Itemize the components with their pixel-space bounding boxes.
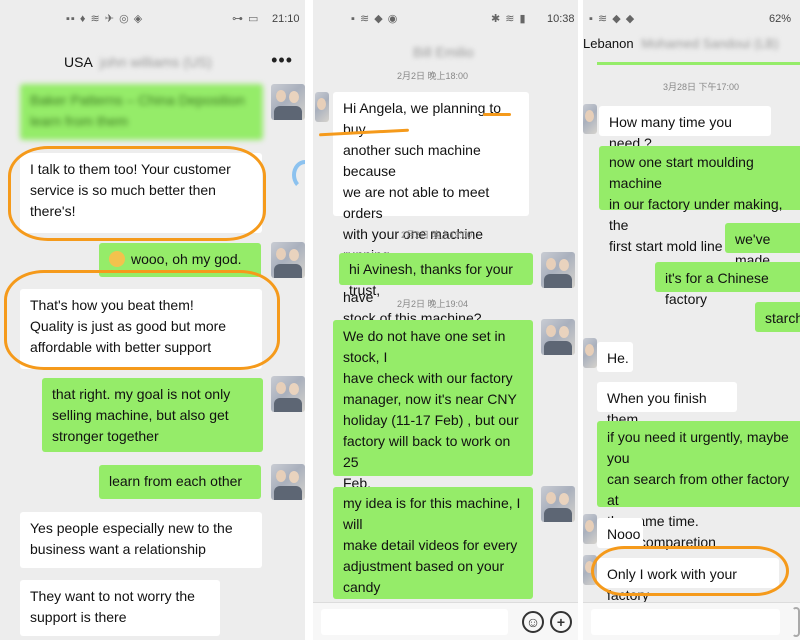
avatar[interactable]	[583, 104, 597, 134]
message-bubble[interactable]: How many time you need ?	[599, 106, 771, 151]
avatar[interactable]	[271, 242, 305, 278]
message-bubble[interactable]: Only I work with your factory	[597, 558, 779, 603]
message-bubble[interactable]: that right. my goal is not only selling …	[42, 378, 263, 452]
chat-header: USA john williams (US) •••	[0, 50, 305, 82]
status-icons: ▪▪ ♦ ≋ ✈ ◎ ◈	[66, 13, 144, 25]
avatar[interactable]	[541, 252, 575, 288]
status-clock: 10:38	[547, 13, 575, 25]
message-bubble[interactable]: Hi Angela, we planning to buy another su…	[333, 92, 529, 326]
contact-name-redacted: john williams (US)	[99, 54, 212, 70]
avatar[interactable]	[583, 555, 597, 585]
avatar[interactable]	[583, 338, 597, 368]
message-input-bar	[583, 602, 800, 640]
contact-title[interactable]: Lebanon Mohamed Sandoui (LB)	[583, 36, 779, 51]
avatar[interactable]	[583, 514, 597, 544]
message-timestamp: 2月2日 晚上19:00	[401, 230, 473, 240]
contact-title[interactable]: Bill Emilio	[409, 44, 474, 60]
message-text: wooo, oh my god.	[131, 251, 242, 267]
message-bubble[interactable]: Baker Patterns – China Deposition learn …	[20, 84, 263, 140]
partial-button-icon[interactable]	[792, 607, 800, 637]
more-options-icon[interactable]: •••	[271, 50, 293, 71]
signal-icons: ✱ ≋ ▮	[491, 13, 527, 25]
contact-title[interactable]: USA john williams (US)	[64, 54, 212, 70]
highlight-underline	[483, 113, 511, 116]
message-bubble[interactable]: it's for a Chinese factory	[655, 262, 800, 307]
battery-icon: ⊶ ▭	[232, 13, 260, 25]
chat-panel-usa: ▪▪ ♦ ≋ ✈ ◎ ◈ ⊶ ▭ 21:10 USA john williams…	[0, 0, 305, 640]
message-bubble[interactable]: I talk to them too! Your customer servic…	[20, 153, 262, 233]
message-input[interactable]	[321, 609, 508, 635]
divider	[597, 62, 800, 65]
message-input[interactable]	[591, 609, 780, 635]
chat-header: Bill Emilio	[313, 42, 578, 72]
message-bubble[interactable]: learn from each other	[99, 465, 261, 499]
emoji-icon	[109, 251, 125, 267]
status-clock: 21:10	[272, 13, 300, 25]
message-timestamp: 2月2日 晚上18:00	[397, 71, 469, 81]
avatar[interactable]	[271, 376, 305, 412]
battery-level: 62%	[769, 13, 792, 25]
message-bubble[interactable]: my idea is for this machine, I will make…	[333, 487, 533, 637]
refresh-icon	[292, 160, 305, 190]
message-bubble[interactable]: When you finish them	[597, 382, 737, 427]
message-bubble[interactable]: Nooo	[597, 518, 643, 548]
message-timestamp: 3月28日 下午17:00	[663, 82, 740, 92]
message-bubble[interactable]: That's how you beat them! Quality is jus…	[20, 289, 262, 369]
status-bar: ▪ ≋ ◆ ◆ 62%	[583, 0, 800, 38]
status-icons: ▪ ≋ ◆ ◆	[589, 13, 636, 25]
avatar[interactable]	[541, 319, 575, 355]
message-bubble[interactable]: hi Avinesh, thanks for your trust,	[339, 253, 533, 298]
contact-name-redacted: Bill Emilio	[413, 44, 474, 60]
message-timestamp: 2月2日 晚上19:04	[397, 299, 469, 309]
status-bar: ▪ ≋ ◆ ◉ ✱ ≋ ▮ 10:38	[313, 0, 578, 38]
emoji-button[interactable]: ☺	[522, 611, 544, 633]
chat-panel-angela: ▪ ≋ ◆ ◉ ✱ ≋ ▮ 10:38 Bill Emilio 2月2日 晚上1…	[313, 0, 578, 640]
message-bubble[interactable]: if you need it urgently, maybe you can s…	[597, 421, 800, 550]
chat-header: Lebanon Mohamed Sandoui (LB)	[583, 34, 800, 64]
message-input-bar: ☺ +	[313, 602, 578, 640]
message-bubble[interactable]: They want to not worry the support is th…	[20, 580, 220, 636]
contact-name-redacted: Mohamed Sandoui (LB)	[641, 36, 779, 51]
chat-panel-lebanon: ▪ ≋ ◆ ◆ 62% Lebanon Mohamed Sandoui (LB)…	[583, 0, 800, 640]
status-bar: ▪▪ ♦ ≋ ✈ ◎ ◈ ⊶ ▭ 21:10	[0, 0, 305, 38]
message-bubble[interactable]: now one start moulding machine in our fa…	[599, 146, 800, 254]
message-bubble[interactable]: we've made	[725, 223, 800, 268]
add-attachment-button[interactable]: +	[550, 611, 572, 633]
status-icons: ▪ ≋ ◆ ◉	[351, 13, 399, 25]
message-bubble[interactable]: We do not have one set in stock, I have …	[333, 320, 533, 554]
avatar[interactable]	[541, 486, 575, 522]
message-bubble[interactable]: starch	[755, 302, 800, 332]
message-bubble[interactable]: He.	[597, 342, 633, 372]
message-bubble[interactable]: wooo, oh my god.	[99, 243, 261, 277]
avatar[interactable]	[271, 464, 305, 500]
contact-country: USA	[64, 54, 93, 70]
message-bubble[interactable]: Yes people especially new to the busines…	[20, 512, 262, 568]
avatar[interactable]	[271, 84, 305, 120]
contact-country: Lebanon	[583, 36, 634, 51]
avatar[interactable]	[315, 92, 329, 122]
